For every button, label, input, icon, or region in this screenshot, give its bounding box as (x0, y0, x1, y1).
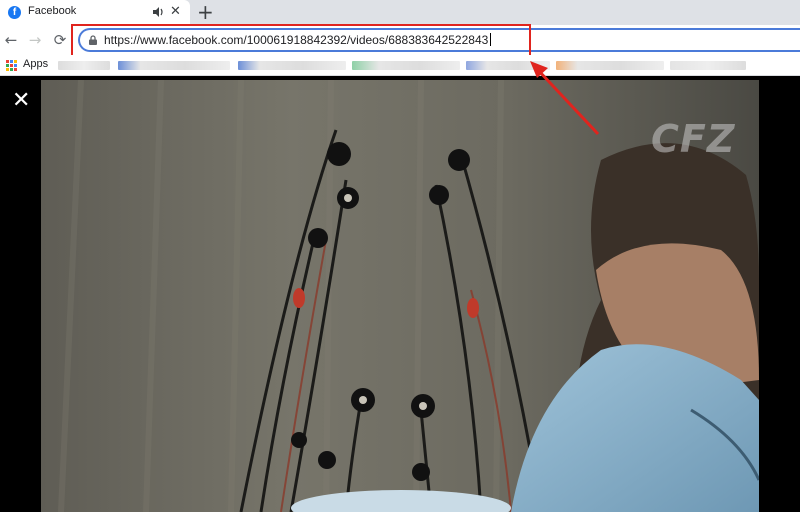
apps-bookmark-label[interactable]: Apps (23, 58, 48, 70)
tab-strip: f Facebook ✕ + (0, 0, 800, 25)
forward-button[interactable]: → (26, 31, 44, 49)
video-viewer: ✕ f (0, 76, 800, 512)
blurred-bookmark[interactable] (58, 61, 110, 70)
tab-title: Facebook (28, 5, 77, 17)
blurred-bookmark[interactable] (352, 61, 460, 70)
blurred-bookmark[interactable] (670, 61, 746, 70)
facebook-favicon-icon: f (8, 6, 21, 19)
bookmarks-bar: Apps (0, 55, 800, 76)
new-tab-button[interactable]: + (197, 1, 214, 23)
back-button[interactable]: ← (2, 31, 20, 49)
tab-facebook[interactable]: f Facebook ✕ (0, 0, 190, 25)
close-icon[interactable]: ✕ (12, 90, 30, 112)
apps-grid-icon[interactable] (6, 60, 17, 71)
blurred-bookmark[interactable] (466, 61, 550, 70)
speaker-icon[interactable] (152, 5, 164, 19)
url-annotation-box (71, 24, 531, 57)
tab-close-icon[interactable]: ✕ (170, 4, 181, 20)
blurred-bookmark[interactable] (556, 61, 664, 70)
video-watermark: CFZ (651, 117, 736, 161)
video-player[interactable]: CFZ (41, 80, 759, 512)
blurred-bookmark[interactable] (238, 61, 346, 70)
reload-button[interactable]: ⟳ (51, 31, 69, 49)
blurred-bookmark[interactable] (118, 61, 230, 70)
